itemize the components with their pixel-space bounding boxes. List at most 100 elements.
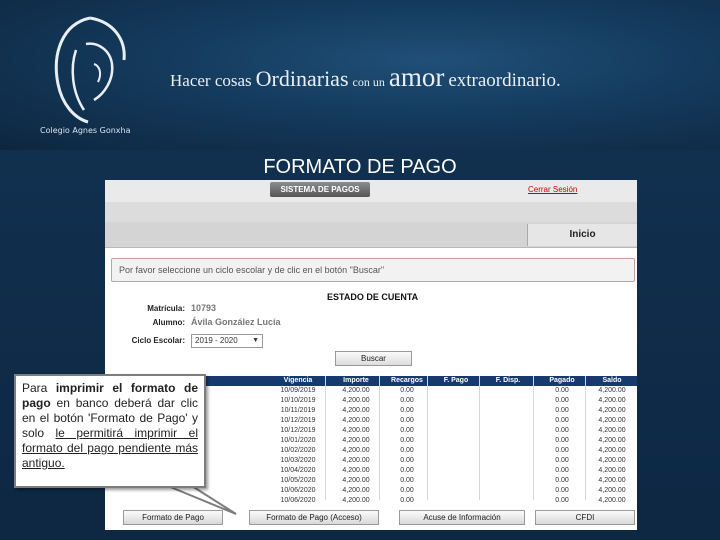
table-cell: 0.00	[555, 407, 569, 414]
table-cell: 4,200.00	[342, 437, 370, 444]
table-cell: 10/11/2019	[280, 407, 316, 414]
table-cell: 4,200.00	[598, 497, 626, 504]
formato-pago-button[interactable]: Formato de Pago	[123, 510, 223, 525]
table-cell: 0.00	[555, 387, 569, 394]
cfdi-button[interactable]: CFDI	[535, 510, 635, 525]
nav-bar: Inicio	[105, 222, 637, 248]
table-cell: 10/05/2020	[280, 477, 316, 484]
ciclo-label: Ciclo Escolar:	[131, 336, 185, 345]
logout-link[interactable]: Cerrar Sesión	[528, 185, 577, 194]
table-cell: 0.00	[555, 417, 569, 424]
column-header: Vigencia	[283, 377, 313, 384]
table-cell: 10/06/2020	[280, 487, 316, 494]
table-cell: 4,200.00	[342, 397, 370, 404]
table-cell: 10/04/2020	[280, 467, 316, 474]
table-cell: 0.00	[555, 497, 569, 504]
matricula-label: Matrícula:	[147, 304, 185, 313]
table-cell: 10/06/2020	[280, 497, 316, 504]
table-cell: 4,200.00	[342, 457, 370, 464]
table-cell: 0.00	[555, 397, 569, 404]
table-cell: 4,200.00	[342, 417, 370, 424]
chevron-down-icon: ▼	[252, 337, 259, 344]
table-cell: 4,200.00	[598, 397, 626, 404]
table-cell: 0.00	[400, 417, 414, 424]
formato-pago-acceso-button[interactable]: Formato de Pago (Acceso)	[249, 510, 379, 525]
table-cell: 4,200.00	[598, 457, 626, 464]
slogan-part: Ordinarias	[255, 66, 349, 91]
alert-message: Por favor seleccione un ciclo escolar y …	[111, 258, 635, 282]
section-title: ESTADO DE CUENTA	[327, 292, 419, 302]
table-cell: 4,200.00	[342, 467, 370, 474]
table-cell: 0.00	[400, 457, 414, 464]
slogan-part: con un	[352, 75, 385, 89]
column-header: F. Disp.	[495, 377, 521, 384]
table-cell: 10/02/2020	[280, 447, 316, 454]
table-cell: 0.00	[400, 437, 414, 444]
table-cell: 4,200.00	[598, 447, 626, 454]
alumno-value: Ávila González Lucía	[191, 317, 281, 327]
table-cell: 0.00	[555, 437, 569, 444]
slide-header: Colegio Agnes Gonxha Hacer cosas Ordinar…	[0, 0, 720, 150]
table-cell: 4,200.00	[598, 477, 626, 484]
slide-title: FORMATO DE PAGO	[263, 156, 457, 178]
table-cell: 10/10/2019	[280, 397, 316, 404]
slogan: Hacer cosas Ordinarias con un amor extra…	[170, 62, 561, 93]
instruction-callout: Para imprimir el formato de pago en banc…	[14, 374, 206, 488]
slogan-part: Hacer cosas	[170, 71, 252, 90]
top-bar: SISTEMA DE PAGOS Cerrar Sesión	[105, 180, 637, 202]
table-cell: 10/09/2019	[280, 387, 316, 394]
table-cell: 0.00	[400, 477, 414, 484]
table-cell: 0.00	[400, 427, 414, 434]
table-cell: 4,200.00	[342, 387, 370, 394]
slogan-part: amor	[388, 62, 445, 92]
table-row: 10/06/2020 4,200.00 0.00 0.00 4,200.00	[113, 496, 637, 506]
table-cell: 4,200.00	[342, 447, 370, 454]
table-cell: 0.00	[400, 447, 414, 454]
school-logo-icon	[54, 16, 126, 124]
table-cell: 0.00	[555, 477, 569, 484]
nav-home[interactable]: Inicio	[527, 224, 637, 246]
table-cell: 0.00	[400, 387, 414, 394]
table-cell: 10/12/2019	[280, 427, 316, 434]
table-cell: 0.00	[555, 447, 569, 454]
table-cell: 4,200.00	[598, 427, 626, 434]
table-cell: 0.00	[555, 427, 569, 434]
callout-text: Para	[22, 381, 56, 395]
table-cell: 4,200.00	[598, 387, 626, 394]
table-cell: 0.00	[400, 407, 414, 414]
table-cell: 4,200.00	[598, 437, 626, 444]
table-cell: 4,200.00	[598, 407, 626, 414]
system-button[interactable]: SISTEMA DE PAGOS	[270, 182, 370, 197]
table-cell: 4,200.00	[598, 417, 626, 424]
table-cell: 4,200.00	[598, 487, 626, 494]
table-cell: 4,200.00	[598, 467, 626, 474]
table-cell: 4,200.00	[342, 487, 370, 494]
search-button[interactable]: Buscar	[335, 351, 412, 366]
column-header: Recargos	[391, 377, 423, 384]
banner-area	[105, 202, 637, 222]
table-cell: 0.00	[400, 397, 414, 404]
table-cell: 0.00	[400, 467, 414, 474]
table-cell: 0.00	[555, 487, 569, 494]
column-header: Importe	[343, 377, 369, 384]
ciclo-select-value: 2019 - 2020	[195, 336, 238, 345]
acuse-button[interactable]: Acuse de Información	[399, 510, 525, 525]
ciclo-select[interactable]: 2019 - 2020 ▼	[191, 334, 263, 348]
column-header: F. Pago	[443, 377, 469, 384]
table-cell: 10/01/2020	[280, 437, 316, 444]
table-cell: 4,200.00	[342, 477, 370, 484]
table-cell: 4,200.00	[342, 497, 370, 504]
table-cell: 0.00	[555, 457, 569, 464]
table-cell: 4,200.00	[342, 407, 370, 414]
table-cell: 10/12/2019	[280, 417, 316, 424]
column-header: Pagado	[549, 377, 575, 384]
table-cell: 0.00	[400, 487, 414, 494]
alumno-label: Alumno:	[152, 318, 185, 327]
column-header: Saldo	[602, 377, 622, 384]
table-cell: 0.00	[555, 467, 569, 474]
table-cell: 10/03/2020	[280, 457, 316, 464]
school-name: Colegio Agnes Gonxha	[40, 126, 131, 135]
table-cell: 4,200.00	[342, 427, 370, 434]
matricula-value: 10793	[191, 303, 217, 313]
table-cell: 0.00	[400, 497, 414, 504]
